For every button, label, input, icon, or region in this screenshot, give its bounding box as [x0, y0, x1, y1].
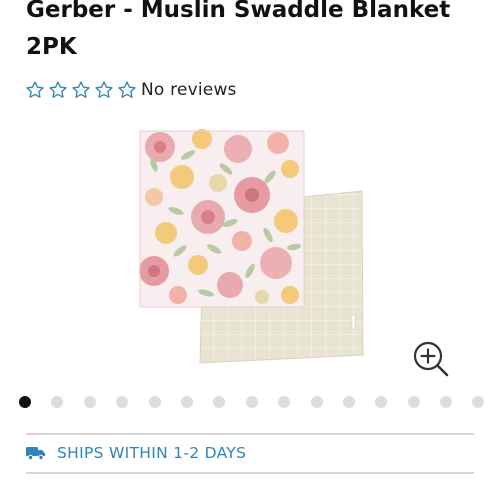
gallery-dot[interactable] [342, 396, 355, 408]
star-outline-icon [95, 81, 113, 98]
gallery-dot[interactable] [407, 396, 420, 408]
shipping-info: SHIPS WITHIN 1-2 DAYS [26, 442, 246, 464]
gallery-dot[interactable] [83, 396, 96, 408]
star-outline-icon [49, 81, 67, 98]
gallery-dot[interactable] [19, 396, 31, 408]
gallery-dot[interactable] [51, 396, 64, 408]
gallery-dot[interactable] [148, 396, 161, 408]
truck-icon [26, 447, 45, 460]
gallery-dot[interactable] [310, 396, 323, 408]
divider [26, 433, 474, 435]
gallery-dot[interactable] [245, 396, 258, 408]
reviews-count-link[interactable]: No reviews [141, 80, 237, 100]
shipping-text: SHIPS WITHIN 1-2 DAYS [57, 444, 247, 462]
gallery-dot[interactable] [213, 396, 226, 408]
gallery-dot[interactable] [375, 396, 388, 408]
product-title: Gerber - Muslin Swaddle Blanket 2PK [26, 0, 451, 60]
divider [26, 472, 474, 474]
star-outline-icon [26, 81, 44, 98]
star-rating[interactable] [25, 80, 137, 100]
star-outline-icon [72, 81, 90, 98]
rating-row[interactable]: No reviews [25, 79, 237, 101]
star-outline-icon [118, 81, 136, 98]
zoom-in-icon [413, 341, 449, 377]
gallery-dot[interactable] [278, 396, 291, 408]
floral-blanket [139, 129, 305, 308]
gallery-pagination [19, 395, 489, 409]
gallery-dot[interactable] [116, 396, 129, 408]
gallery-dot[interactable] [472, 396, 485, 408]
zoom-button[interactable] [410, 338, 452, 380]
gallery-dot[interactable] [180, 396, 193, 408]
gallery-dot[interactable] [440, 396, 453, 408]
product-image[interactable] [130, 125, 370, 375]
